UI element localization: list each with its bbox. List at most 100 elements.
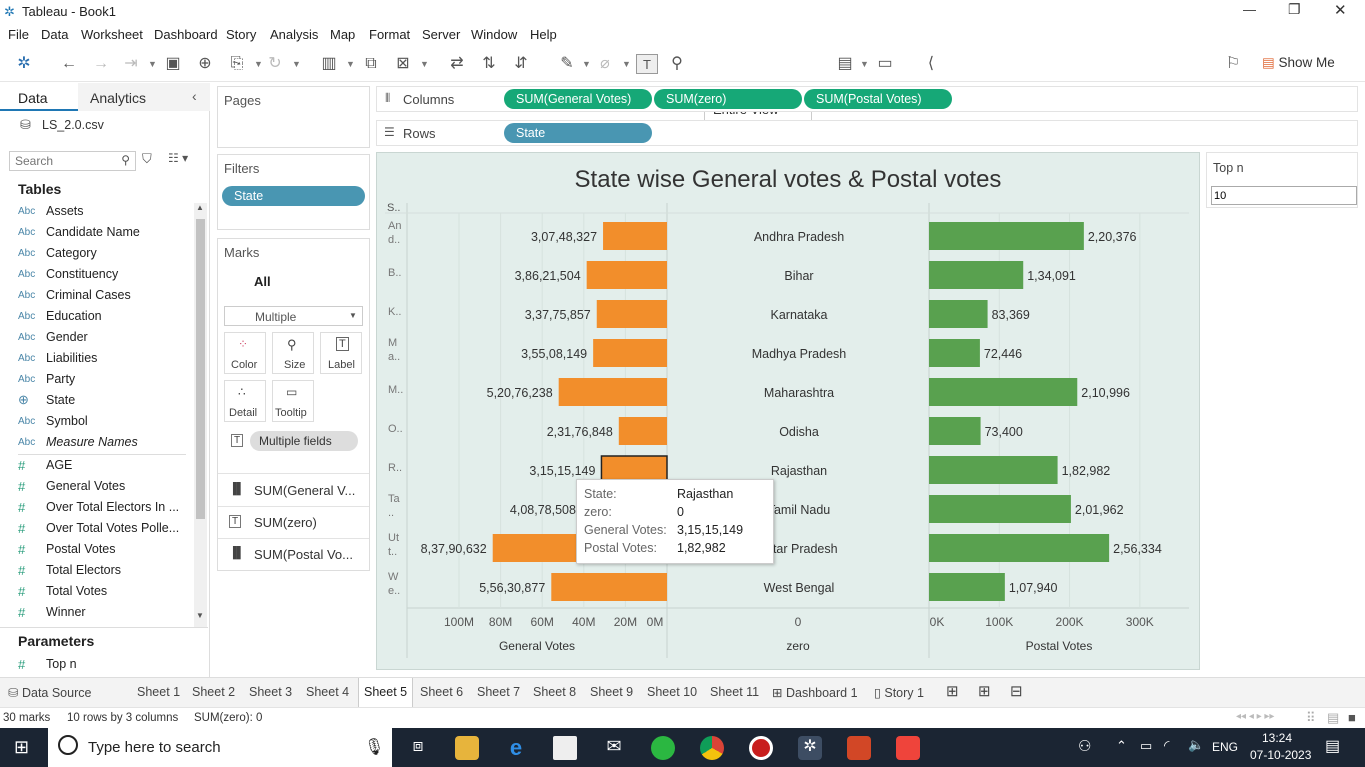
column-pill-zero[interactable]: SUM(zero) (654, 89, 802, 109)
field-winner[interactable]: # Winner (18, 602, 86, 622)
duplicate-icon[interactable]: ⧉ (360, 54, 382, 74)
column-pill-general-votes[interactable]: SUM(General Votes) (504, 89, 652, 109)
color-button[interactable]: ⁘ Color (224, 332, 266, 374)
sheet-tab-8[interactable]: Sheet 8 (533, 685, 576, 699)
menu-window[interactable]: Window (471, 27, 517, 42)
menu-story[interactable]: Story (226, 27, 256, 42)
search-input[interactable] (10, 152, 110, 170)
store-icon[interactable] (553, 736, 577, 760)
mark-type-select[interactable]: Multiple ▼ (224, 306, 363, 326)
scrollbar[interactable]: ▲ ▼ (194, 203, 207, 627)
multiple-fields-pill[interactable]: Multiple fields (250, 431, 358, 451)
row-pill-state[interactable]: State (504, 123, 652, 143)
maximize-button[interactable]: ❐ (1288, 1, 1301, 18)
menu-help[interactable]: Help (530, 27, 557, 42)
menu-dashboard[interactable]: Dashboard (154, 27, 218, 42)
column-pill-postal-votes[interactable]: SUM(Postal Votes) (804, 89, 952, 109)
recorder-icon[interactable] (749, 736, 773, 760)
marks-row-postal-votes[interactable]: ▐▌ SUM(Postal Vo... (218, 539, 369, 571)
chevron-down-icon[interactable]: ▼ (582, 54, 591, 74)
presentation-icon[interactable]: ▭ (874, 54, 896, 74)
sheet-tab-1[interactable]: Sheet 1 (137, 685, 180, 699)
sheet-tab-4[interactable]: Sheet 4 (306, 685, 349, 699)
file-explorer-icon[interactable] (455, 736, 479, 760)
menu-analysis[interactable]: Analysis (270, 27, 318, 42)
clear-icon[interactable]: ⊠ (392, 54, 414, 74)
volume-icon[interactable]: 🔈 (1188, 737, 1204, 753)
sheet-tab-2[interactable]: Sheet 2 (192, 685, 235, 699)
detail-button[interactable]: ∴ Detail (224, 380, 266, 422)
field-education[interactable]: Abc Education (18, 306, 102, 326)
field-liabilities[interactable]: Abc Liabilities (18, 348, 97, 368)
sheet-tab-7[interactable]: Sheet 7 (477, 685, 520, 699)
microphone-icon[interactable]: 🎙 (364, 737, 384, 757)
pin-icon[interactable]: ⚲ (666, 54, 688, 74)
chevron-down-icon[interactable]: ▼ (148, 54, 157, 74)
minimize-button[interactable]: — (1243, 2, 1256, 17)
show-cards-icon[interactable]: ▤ (834, 54, 856, 74)
sheet-tab-9[interactable]: Sheet 9 (590, 685, 633, 699)
view-options-icon[interactable]: ☷ ▾ (168, 151, 188, 165)
field-symbol[interactable]: Abc Symbol (18, 411, 88, 431)
tab-data[interactable]: Data (0, 83, 78, 111)
show-mark-labels-icon[interactable]: T (636, 54, 658, 74)
presentation-app-icon[interactable] (847, 736, 871, 760)
highlight-icon[interactable]: ✎ (556, 54, 578, 74)
tableau-home-icon[interactable]: ✲ (13, 54, 35, 74)
sheet-nav-icon[interactable]: ◂◂ ◂ ▸ ▸▸ (1236, 711, 1274, 722)
chevron-down-icon[interactable]: ▼ (622, 54, 631, 74)
field-postal-votes[interactable]: # Postal Votes (18, 539, 116, 559)
field-category[interactable]: Abc Category (18, 243, 97, 263)
scroll-up-icon[interactable]: ▲ (196, 203, 204, 212)
field-criminal-cases[interactable]: Abc Criminal Cases (18, 285, 131, 305)
marks-row-zero[interactable]: T SUM(zero) (218, 507, 369, 539)
people-icon[interactable]: ⚇ (1078, 737, 1091, 755)
edge-icon[interactable]: e (504, 736, 528, 760)
language-indicator[interactable]: ENG (1212, 740, 1238, 754)
clock-time[interactable]: 13:24 (1262, 731, 1292, 745)
datasource-tab[interactable]: ⛁ Data Source (8, 685, 91, 700)
field-age[interactable]: # AGE (18, 455, 72, 475)
new-data-source-icon[interactable]: ⊕ (194, 54, 216, 74)
search-box[interactable]: ⚲ (9, 151, 136, 171)
scroll-down-icon[interactable]: ▼ (196, 611, 204, 620)
field-measure-names[interactable]: Abc Measure Names (18, 432, 138, 452)
undo-icon[interactable]: ← (58, 54, 80, 74)
sort-descending-icon[interactable]: ⇵ (510, 54, 532, 74)
field-gender[interactable]: Abc Gender (18, 327, 88, 347)
chevron-up-icon[interactable]: ⌃ (1116, 738, 1127, 754)
parameter-top-n[interactable]: # Top n (18, 654, 77, 674)
redo-icon[interactable]: → (90, 54, 112, 74)
mail-icon[interactable]: ✉ (602, 736, 626, 760)
label-button[interactable]: T Label (320, 332, 362, 374)
sheet-tab-5[interactable]: Sheet 5 (358, 678, 414, 707)
menu-server[interactable]: Server (422, 27, 460, 42)
save-icon[interactable]: ▣ (162, 54, 184, 74)
marks-row-general-votes[interactable]: ▐▌ SUM(General V... (218, 475, 369, 507)
tab-analytics[interactable]: Analytics ‹ (78, 83, 210, 111)
menu-worksheet[interactable]: Worksheet (81, 27, 143, 42)
scrollbar-thumb[interactable] (196, 219, 205, 519)
new-story-icon[interactable]: ⊟ (1010, 682, 1023, 700)
parameter-input[interactable] (1211, 186, 1357, 205)
filter-pill-state[interactable]: State (222, 186, 365, 206)
menu-format[interactable]: Format (369, 27, 410, 42)
list-view-icon[interactable]: ▤ (1327, 710, 1339, 726)
whatsapp-icon[interactable] (651, 736, 675, 760)
new-dashboard-icon[interactable]: ⊞ (978, 682, 991, 700)
replay-icon[interactable]: ⇥ (120, 54, 142, 74)
menu-data[interactable]: Data (41, 27, 68, 42)
field-general-votes[interactable]: # General Votes (18, 476, 125, 496)
field-over-total-electors-in-[interactable]: # Over Total Electors In ... (18, 497, 179, 517)
datasource-name[interactable]: LS_2.0.csv (42, 118, 104, 132)
chrome-icon[interactable] (700, 736, 724, 760)
menu-file[interactable]: File (8, 27, 29, 42)
refresh-icon[interactable]: ↻ (264, 54, 286, 74)
chevron-down-icon[interactable]: ▼ (254, 54, 263, 74)
taskbar-search[interactable]: Type here to search 🎙 (48, 728, 392, 767)
field-total-electors[interactable]: # Total Electors (18, 560, 121, 580)
sheet-tab-6[interactable]: Sheet 6 (420, 685, 463, 699)
clock-date[interactable]: 07-10-2023 (1250, 748, 1311, 762)
field-state[interactable]: ⊕ State (18, 390, 75, 410)
close-button[interactable]: ✕ (1334, 1, 1347, 19)
